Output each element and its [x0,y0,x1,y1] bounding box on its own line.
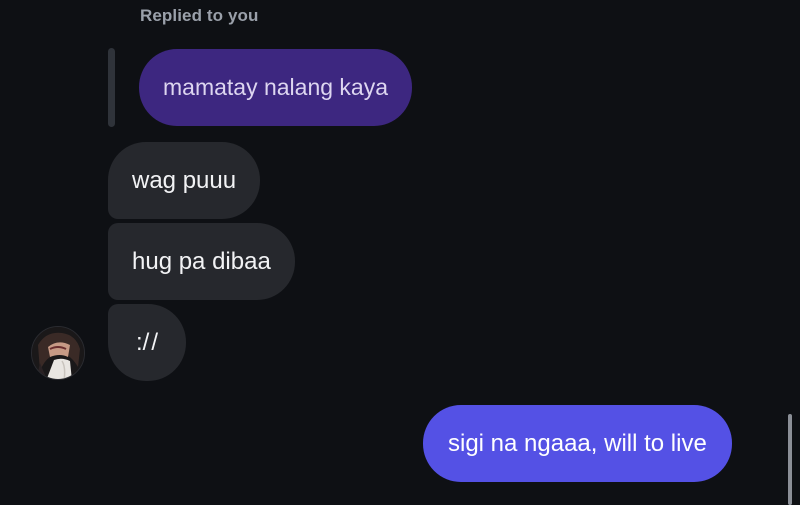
reply-indicator-bar [108,48,115,127]
chat-thread: Replied to you mamatay nalang kaya wag p… [0,0,800,505]
quoted-message-bubble[interactable]: mamatay nalang kaya [139,49,413,126]
incoming-message-bubble[interactable]: hug pa dibaa [108,223,295,300]
incoming-message-bubble[interactable]: :/ / [108,304,187,381]
sender-avatar[interactable] [31,326,85,380]
incoming-message-bubble[interactable]: wag puuu [108,142,261,219]
outgoing-message-bubble[interactable]: sigi na ngaaa, will to live [423,405,732,482]
reply-context-label: Replied to you [140,6,259,25]
profile-photo-icon [32,327,84,379]
scrollbar-thumb[interactable] [788,414,792,505]
